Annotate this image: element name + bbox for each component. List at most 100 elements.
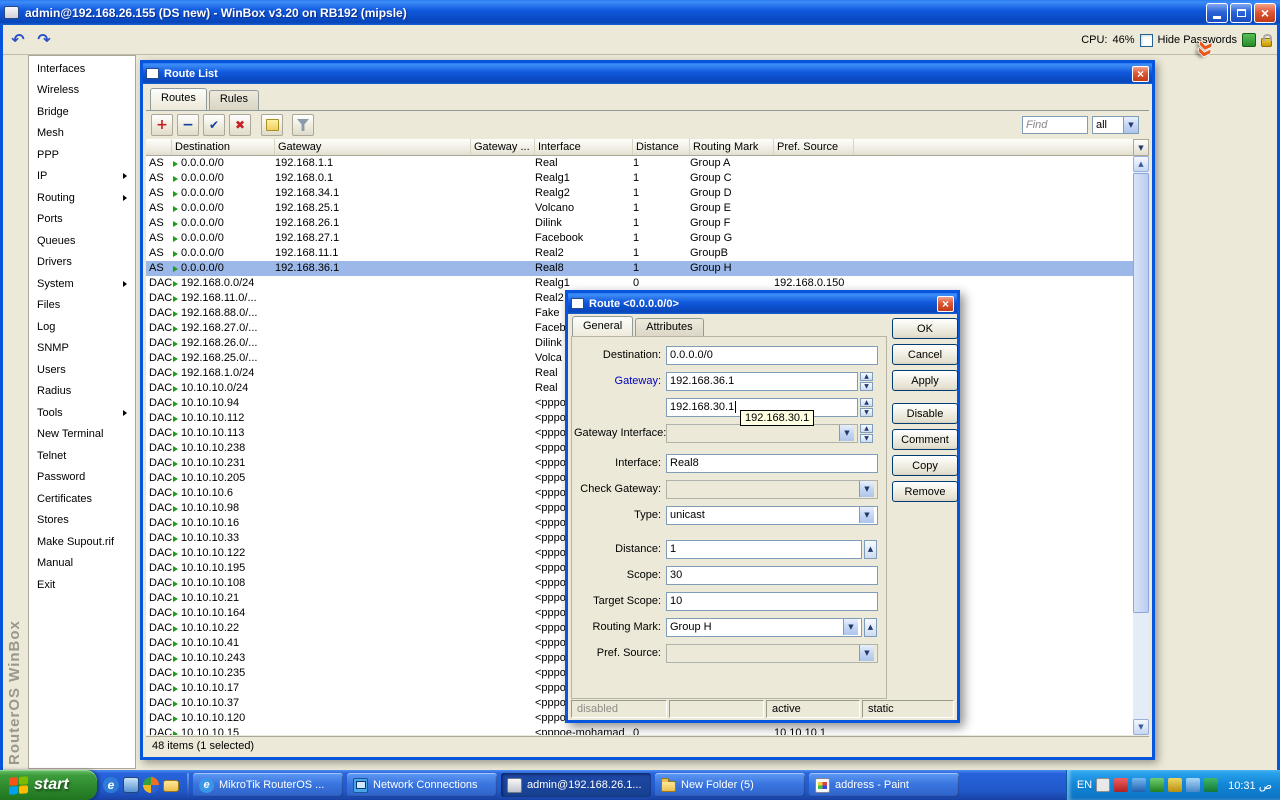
- column-routing-mark[interactable]: Routing Mark: [690, 139, 774, 155]
- route-row[interactable]: AS 0.0.0.0/0 192.168.26.1 Dilink 1 Group…: [146, 216, 1139, 231]
- sidebar-item[interactable]: Log: [29, 316, 135, 338]
- sidebar-item[interactable]: Radius: [29, 381, 135, 403]
- sidebar-item[interactable]: New Terminal: [29, 424, 135, 446]
- taskbar-task[interactable]: MikroTik RouterOS ...: [193, 773, 343, 797]
- sidebar-item[interactable]: IP: [29, 166, 135, 188]
- route-list-close-icon[interactable]: ×: [1132, 66, 1149, 82]
- tray-icon[interactable]: [1150, 778, 1164, 792]
- destination-input[interactable]: 0.0.0.0/0: [666, 346, 878, 365]
- scroll-up-icon[interactable]: ▲: [1133, 156, 1149, 172]
- find-input[interactable]: [1022, 116, 1088, 134]
- taskbar-task[interactable]: address - Paint: [809, 773, 959, 797]
- comment-icon[interactable]: [261, 114, 283, 136]
- sidebar-item[interactable]: Interfaces: [29, 58, 135, 80]
- sidebar-item[interactable]: Password: [29, 467, 135, 489]
- filter-scope-select[interactable]: all ▼: [1092, 116, 1139, 134]
- route-row[interactable]: AS 0.0.0.0/0 192.168.27.1 Facebook 1 Gro…: [146, 231, 1139, 246]
- routing-mark-up-icon[interactable]: ▲: [864, 618, 877, 637]
- column-gateway2[interactable]: Gateway ...: [471, 139, 535, 155]
- check-gateway-select[interactable]: ▼: [666, 480, 878, 499]
- sidebar-item[interactable]: Make Supout.rif: [29, 531, 135, 553]
- close-button[interactable]: ×: [1254, 3, 1276, 23]
- dialog-button[interactable]: Comment: [892, 429, 958, 450]
- route-row[interactable]: AS 0.0.0.0/0 192.168.1.1 Real 1 Group A: [146, 156, 1139, 171]
- sidebar-item[interactable]: Ports: [29, 209, 135, 231]
- sidebar-item[interactable]: System: [29, 273, 135, 295]
- media-player-icon[interactable]: [143, 777, 159, 793]
- sidebar-item[interactable]: Telnet: [29, 445, 135, 467]
- sidebar-item[interactable]: Bridge: [29, 101, 135, 123]
- taskbar-task[interactable]: admin@192.168.26.1...: [501, 773, 651, 797]
- tray-icon[interactable]: [1114, 778, 1128, 792]
- tray-icon[interactable]: [1186, 778, 1200, 792]
- sidebar-item[interactable]: Tools: [29, 402, 135, 424]
- distance-up-icon[interactable]: ▲: [864, 540, 877, 559]
- route-row[interactable]: AS 0.0.0.0/0 192.168.34.1 Realg2 1 Group…: [146, 186, 1139, 201]
- taskbar-task[interactable]: New Folder (5): [655, 773, 805, 797]
- column-flags[interactable]: [146, 139, 172, 155]
- folder-icon[interactable]: [163, 780, 179, 792]
- sidebar-item[interactable]: Wireless: [29, 80, 135, 102]
- sidebar-item[interactable]: PPP: [29, 144, 135, 166]
- sidebar-item[interactable]: Routing: [29, 187, 135, 209]
- tray-icon[interactable]: [1204, 778, 1218, 792]
- scope-input[interactable]: 30: [666, 566, 878, 585]
- undo-icon[interactable]: ↶: [5, 28, 31, 52]
- tab-rules[interactable]: Rules: [209, 90, 259, 110]
- sidebar-item[interactable]: Queues: [29, 230, 135, 252]
- pref-source-select[interactable]: ▼: [666, 644, 878, 663]
- taskbar-task[interactable]: Network Connections: [347, 773, 497, 797]
- column-distance[interactable]: Distance: [633, 139, 690, 155]
- show-desktop-icon[interactable]: [123, 777, 139, 793]
- hide-passwords-checkbox[interactable]: [1140, 34, 1153, 47]
- gateway2-spinner[interactable]: ▲▼: [860, 398, 873, 417]
- tab-routes[interactable]: Routes: [150, 88, 207, 110]
- dialog-button[interactable]: Disable: [892, 403, 958, 424]
- sidebar-item[interactable]: Manual: [29, 553, 135, 575]
- minimize-button[interactable]: [1206, 3, 1228, 23]
- routing-mark-select[interactable]: Group H▼: [666, 618, 862, 637]
- column-pref-source[interactable]: Pref. Source: [774, 139, 854, 155]
- gateway-spinner[interactable]: ▲▼: [860, 372, 873, 391]
- dialog-button[interactable]: OK: [892, 318, 958, 339]
- tray-icon[interactable]: [1132, 778, 1146, 792]
- target-scope-input[interactable]: 10: [666, 592, 878, 611]
- dialog-button[interactable]: Copy: [892, 455, 958, 476]
- dialog-button[interactable]: Cancel: [892, 344, 958, 365]
- disable-route-icon[interactable]: ✖: [229, 114, 251, 136]
- route-list-titlebar[interactable]: Route List ×: [143, 63, 1152, 84]
- internet-explorer-icon[interactable]: e: [103, 777, 119, 793]
- route-dialog-titlebar[interactable]: Route <0.0.0.0/0> ×: [568, 293, 957, 314]
- gateway-input[interactable]: 192.168.36.1: [666, 372, 858, 391]
- column-interface[interactable]: Interface: [535, 139, 633, 155]
- tab-general[interactable]: General: [572, 316, 633, 338]
- add-route-icon[interactable]: +: [151, 114, 173, 136]
- maximize-button[interactable]: [1230, 3, 1252, 23]
- column-select-icon[interactable]: ▼: [1133, 139, 1149, 156]
- sidebar-item[interactable]: Drivers: [29, 252, 135, 274]
- sidebar-item[interactable]: Mesh: [29, 123, 135, 145]
- route-row[interactable]: AS 0.0.0.0/0 192.168.11.1 Real2 1 GroupB: [146, 246, 1139, 261]
- type-select[interactable]: unicast▼: [666, 506, 878, 525]
- gateway-interface-spinner[interactable]: ▲▼: [860, 424, 873, 443]
- chevron-down-icon[interactable]: ▼: [1123, 117, 1138, 133]
- remove-route-icon[interactable]: −: [177, 114, 199, 136]
- sidebar-item[interactable]: Files: [29, 295, 135, 317]
- tray-icon[interactable]: [1168, 778, 1182, 792]
- route-row[interactable]: AS 0.0.0.0/0 192.168.25.1 Volcano 1 Grou…: [146, 201, 1139, 216]
- scrollbar-thumb[interactable]: [1133, 173, 1149, 613]
- start-button[interactable]: start: [0, 770, 97, 800]
- vertical-scrollbar[interactable]: ▲ ▼: [1133, 156, 1149, 735]
- route-row[interactable]: DAC 192.168.0.0/24 Realg1 0 192.168.0.15…: [146, 276, 1139, 291]
- tray-icon[interactable]: [1096, 778, 1110, 792]
- sidebar-item[interactable]: SNMP: [29, 338, 135, 360]
- gateway-interface-select[interactable]: ▼: [666, 424, 858, 443]
- route-row[interactable]: AS 0.0.0.0/0 192.168.36.1 Real8 1 Group …: [146, 261, 1139, 276]
- sidebar-item[interactable]: Certificates: [29, 488, 135, 510]
- scroll-down-icon[interactable]: ▼: [1133, 719, 1149, 735]
- route-dialog-close-icon[interactable]: ×: [937, 296, 954, 312]
- column-destination[interactable]: Destination: [172, 139, 275, 155]
- dialog-button[interactable]: Apply: [892, 370, 958, 391]
- distance-input[interactable]: 1: [666, 540, 862, 559]
- interface-input[interactable]: Real8: [666, 454, 878, 473]
